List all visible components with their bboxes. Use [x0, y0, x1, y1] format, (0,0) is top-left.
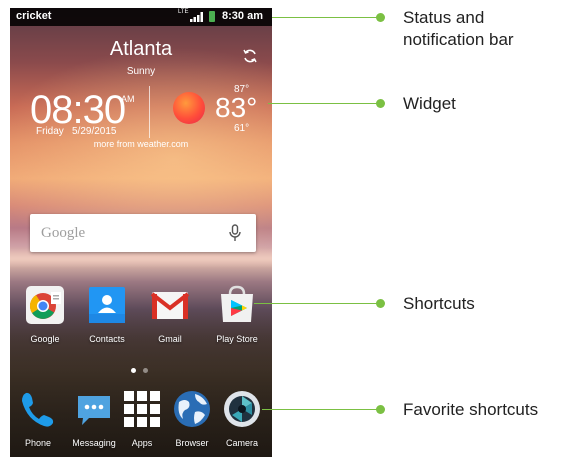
- weather-condition: Sunny: [126, 66, 156, 77]
- favorite-phone[interactable]: Phone: [14, 388, 62, 448]
- google-logo: Google: [41, 225, 86, 241]
- shortcut-contacts[interactable]: Contacts: [76, 284, 138, 344]
- clock-date: 5/29/2015: [72, 126, 117, 137]
- favorite-label: Browser: [175, 438, 209, 448]
- shortcut-gmail[interactable]: Gmail: [139, 284, 201, 344]
- play-store-icon: [221, 285, 253, 322]
- callout-dot-widget: [376, 99, 385, 108]
- clock-ampm: AM: [121, 94, 135, 104]
- temp-current: 83°: [215, 92, 258, 123]
- apps-grid-icon: [124, 391, 160, 427]
- phone-icon: [22, 392, 54, 427]
- callout-dot-status: [376, 13, 385, 22]
- shortcut-label: Contacts: [89, 334, 125, 344]
- callout-dot-favorites: [376, 405, 385, 414]
- chrome-icon: [26, 286, 64, 324]
- callout-shortcuts-label: Shortcuts: [403, 294, 475, 313]
- callout-line-favorites: [262, 409, 380, 410]
- phone-home-screen: cricket LTE 8:30 am Atlanta Sunny 08:30 …: [10, 8, 272, 457]
- favorite-apps[interactable]: Apps: [118, 388, 166, 448]
- favorite-camera[interactable]: Camera: [216, 388, 268, 448]
- weather-more-link[interactable]: more from weather.com: [10, 139, 272, 149]
- callout-status-line1: Status and: [403, 8, 485, 27]
- weather-city: Atlanta: [109, 38, 173, 60]
- callout-line-status: [272, 17, 380, 18]
- callout-dot-shortcuts: [376, 299, 385, 308]
- lte-indicator: LTE: [178, 9, 189, 15]
- callout-status-label: Status and notification bar: [403, 7, 514, 51]
- favorite-messaging[interactable]: Messaging: [66, 388, 122, 448]
- callout-line-widget: [268, 103, 380, 104]
- temp-low: 61°: [234, 123, 250, 134]
- carrier-name: cricket: [16, 10, 52, 22]
- favorite-browser[interactable]: Browser: [166, 388, 218, 448]
- signal-strength-icon: [190, 12, 203, 22]
- shortcut-label: Play Store: [216, 334, 258, 344]
- battery-icon: [209, 11, 215, 22]
- camera-icon: [224, 391, 260, 427]
- shortcut-play-store[interactable]: Play Store: [206, 284, 268, 344]
- microphone-icon[interactable]: [228, 224, 242, 242]
- callout-widget-label: Widget: [403, 94, 456, 113]
- favorite-label: Messaging: [72, 438, 116, 448]
- status-bar[interactable]: cricket LTE 8:30 am: [10, 8, 272, 26]
- callout-favorites-label: Favorite shortcuts: [403, 400, 539, 419]
- callout-status-line2: notification bar: [403, 30, 514, 49]
- clock-day: Friday: [36, 126, 64, 137]
- messaging-icon: [78, 396, 110, 425]
- refresh-icon[interactable]: [242, 48, 258, 64]
- google-search-bar[interactable]: Google: [30, 214, 256, 252]
- page-indicator: [131, 368, 151, 374]
- contacts-icon: [89, 287, 125, 323]
- shortcut-google[interactable]: Google: [14, 284, 76, 344]
- widget-divider: [149, 86, 150, 138]
- shortcut-label: Google: [30, 334, 60, 344]
- browser-globe-icon: [174, 391, 210, 427]
- callout-line-shortcuts: [254, 303, 380, 304]
- sunny-weather-icon: [173, 92, 205, 124]
- page-dot: [143, 368, 148, 373]
- shortcut-label: Gmail: [158, 334, 182, 344]
- page-dot-active: [131, 368, 136, 373]
- gmail-icon: [150, 292, 190, 319]
- status-time: 8:30 am: [222, 10, 263, 22]
- favorite-label: Phone: [24, 438, 52, 448]
- favorite-label: Camera: [225, 438, 258, 448]
- favorite-label: Apps: [131, 438, 153, 448]
